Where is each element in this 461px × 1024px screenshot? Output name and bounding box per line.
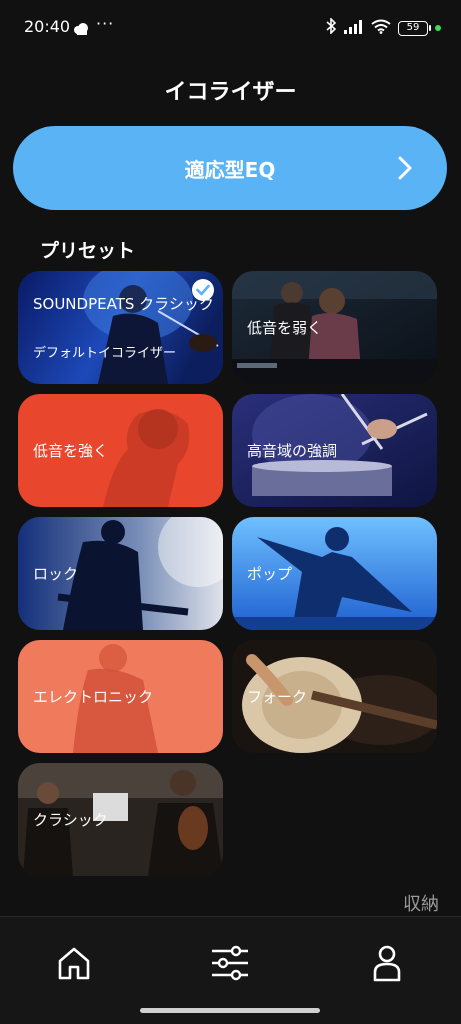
page-title: イコライザー (164, 80, 297, 105)
status-bar: 20:40 ··· 59 (0, 0, 461, 56)
equalizer-screen: 20:40 ··· 59 イコライザー 適応型EQ プリセット SOUNDPEA… (0, 0, 461, 1024)
preset-label: 高音域の強調 (247, 442, 338, 460)
preset-card-classic[interactable]: クラシック (18, 763, 223, 876)
nav-home[interactable] (51, 943, 97, 987)
preset-label: SOUNDPEATS クラシック (33, 295, 214, 313)
wifi-icon (371, 19, 391, 38)
equalizer-icon (210, 945, 250, 985)
preset-card-rock[interactable]: ロック (18, 517, 223, 630)
signal-icon (344, 19, 364, 38)
preset-label: 低音を弱く (247, 319, 323, 337)
preset-card-treble-boost[interactable]: 高音域の強調 (232, 394, 437, 507)
collapse-button[interactable]: 収納 (403, 890, 439, 916)
preset-label: ポップ (247, 565, 293, 583)
presets-title: プリセット (40, 240, 136, 262)
status-more-dots: ··· (96, 14, 115, 33)
preset-card-bass-boost[interactable]: 低音を強く (18, 394, 223, 507)
battery-icon: 59 (398, 20, 431, 36)
preset-label: 低音を強く (33, 442, 109, 460)
preset-label: クラシック (33, 811, 108, 829)
nav-equalizer[interactable] (207, 943, 253, 987)
profile-icon (372, 944, 402, 986)
adaptive-eq-label: 適応型EQ (184, 157, 276, 182)
chevron-right-icon (397, 155, 413, 185)
cloud-icon (73, 20, 89, 39)
status-time: 20:40 (24, 17, 71, 36)
status-indicators: 59 (325, 17, 441, 38)
preset-label: ロック (33, 565, 79, 583)
preset-sublabel: デフォルトイコライザー (33, 346, 177, 361)
adaptive-eq-button[interactable]: 適応型EQ (13, 126, 447, 210)
preset-card-electronic[interactable]: エレクトロニック (18, 640, 223, 753)
home-icon (56, 945, 92, 985)
nav-profile[interactable] (364, 943, 410, 987)
preset-card-soundpeats-classic[interactable]: SOUNDPEATS クラシック デフォルトイコライザー (18, 271, 223, 384)
preset-card-folk[interactable]: フォーク (232, 640, 437, 753)
check-icon (192, 279, 214, 301)
privacy-indicator-dot (435, 25, 441, 31)
preset-label: フォーク (247, 688, 308, 706)
preset-label: エレクトロニック (33, 688, 154, 706)
preset-card-pop[interactable]: ポップ (232, 517, 437, 630)
bluetooth-icon (325, 17, 337, 38)
home-indicator-bar (140, 1008, 320, 1013)
preset-card-bass-reduce[interactable]: 低音を弱く (232, 271, 437, 384)
